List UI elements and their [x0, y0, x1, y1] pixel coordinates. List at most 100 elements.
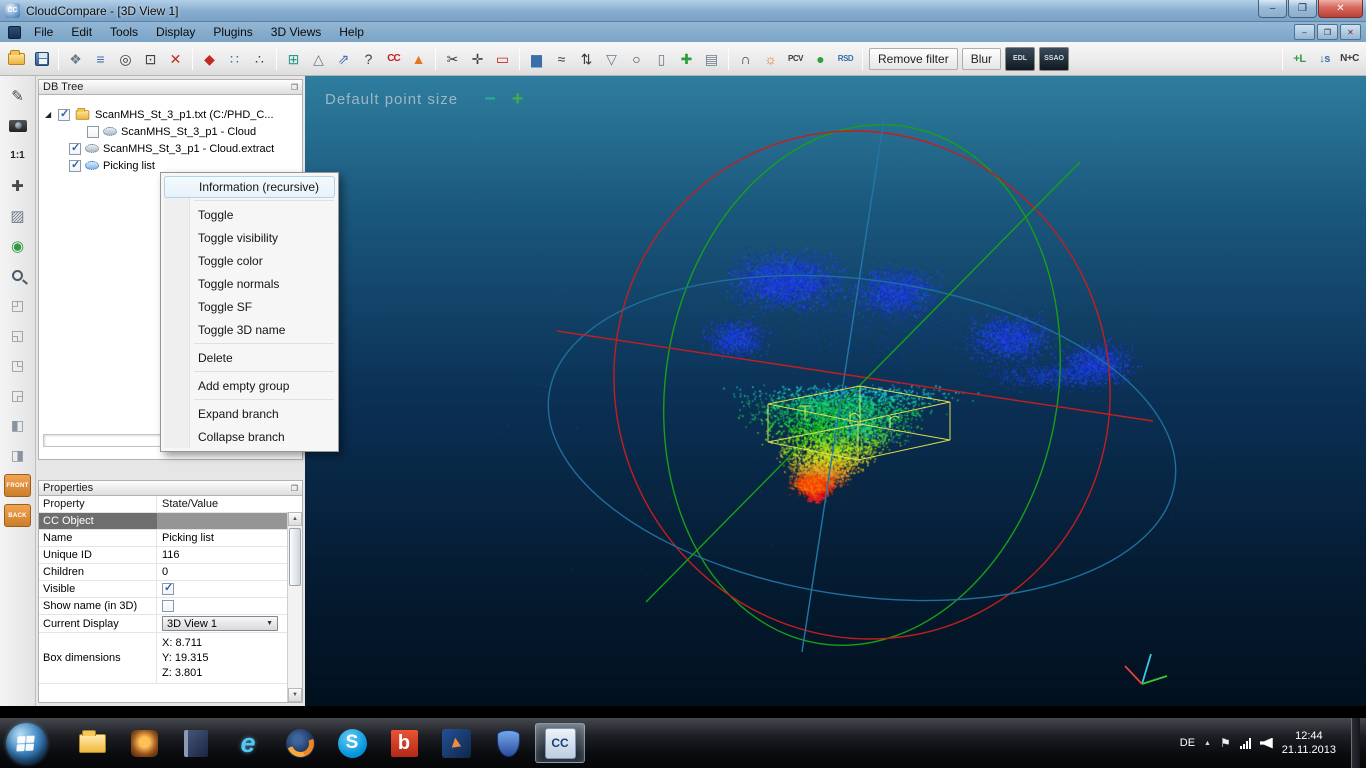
magnify-button[interactable]	[5, 264, 31, 287]
start-button[interactable]	[6, 723, 47, 764]
close-button[interactable]: ✕	[1318, 0, 1363, 18]
taskbar-icon-cloudcompare[interactable]: CC	[535, 723, 585, 763]
display-options-button[interactable]: ▨	[5, 204, 31, 227]
taskbar-icon-skype[interactable]: S	[327, 723, 377, 763]
tree-filter-box[interactable]	[43, 434, 161, 447]
action-center-flag-icon[interactable]: ⚑	[1220, 736, 1231, 750]
point-list-picking-button[interactable]: ⊡	[138, 46, 163, 72]
context-item-toggle-color[interactable]: Toggle color	[163, 249, 336, 272]
language-indicator[interactable]: DE	[1180, 737, 1195, 749]
view-iso-front-button[interactable]: FRONT	[4, 474, 31, 497]
pcv-sun-button[interactable]: ☼	[758, 46, 783, 72]
tree-checkbox[interactable]	[69, 143, 81, 155]
sf-minmax-button[interactable]: ⇅	[574, 46, 599, 72]
compute-octree-button[interactable]: ⊞	[281, 46, 306, 72]
properties-scrollbar[interactable]: ▲ ▼	[287, 512, 302, 702]
taskbar-icon-shield[interactable]	[483, 723, 533, 763]
save-button[interactable]	[29, 46, 54, 72]
subsample-button[interactable]: ∴	[247, 46, 272, 72]
network-icon[interactable]	[1240, 738, 1251, 749]
remove-filter-button[interactable]: Remove filter	[869, 48, 958, 70]
view-right-button[interactable]: ◨	[5, 444, 31, 467]
pcv-plugin-button[interactable]: PCV	[783, 46, 808, 72]
taskbar-icon-bing[interactable]: b	[379, 723, 429, 763]
primitive-button[interactable]: ▲	[406, 46, 431, 72]
menu-tools[interactable]: Tools	[101, 23, 147, 41]
rgb-colors-button[interactable]: ∷	[222, 46, 247, 72]
show-name-checkbox[interactable]	[162, 600, 174, 612]
tree-item-cloud-extract[interactable]: ScanMHS_St_3_p1 - Cloud.extract	[39, 140, 302, 157]
context-item-delete[interactable]: Delete	[163, 346, 336, 369]
set-color-button[interactable]: ◆	[197, 46, 222, 72]
taskbar-icon-media-player[interactable]	[119, 723, 169, 763]
cylinder-tool-button[interactable]: ▯	[649, 46, 674, 72]
view-front-button[interactable]: ◳	[5, 354, 31, 377]
context-item-expand-branch[interactable]: Expand branch	[163, 402, 336, 425]
mdi-document-icon[interactable]	[8, 26, 21, 39]
gl-filter-nc-button[interactable]: N+C	[1337, 46, 1362, 72]
ransac-sd-button[interactable]: RSD	[833, 46, 858, 72]
decrease-point-size-button[interactable]: −	[484, 88, 496, 111]
view-left-button[interactable]: ◧	[5, 414, 31, 437]
scroll-down-icon[interactable]: ▼	[288, 688, 302, 702]
screenshot-button[interactable]	[5, 114, 31, 137]
gl-filter-s-button[interactable]: ↓s	[1312, 46, 1337, 72]
tree-checkbox[interactable]	[87, 126, 99, 138]
cc-histogram-button[interactable]: CC	[381, 46, 406, 72]
sf-filter-button[interactable]: ▽	[599, 46, 624, 72]
view-back-button[interactable]: ◲	[5, 384, 31, 407]
mdi-minimize-button[interactable]: –	[1294, 24, 1315, 40]
context-item-information[interactable]: Information (recursive)	[164, 176, 335, 198]
zoom-fit-button[interactable]: ✚	[5, 174, 31, 197]
mdi-restore-button[interactable]: ❐	[1317, 24, 1338, 40]
tree-item-scan-file[interactable]: ◢ ScanMHS_St_3_p1.txt (C:/PHD_C...	[39, 106, 302, 123]
segment-button[interactable]: ✂	[440, 46, 465, 72]
hidden-icons-arrow-icon[interactable]: ▲	[1204, 740, 1211, 747]
show-histogram-button[interactable]: ▆	[524, 46, 549, 72]
blur-button[interactable]: Blur	[962, 48, 1001, 70]
gl-filter-l-button[interactable]: +L	[1287, 46, 1312, 72]
context-item-toggle[interactable]: Toggle	[163, 203, 336, 226]
visible-checkbox[interactable]	[162, 583, 174, 595]
matrix-button[interactable]: ▤	[699, 46, 724, 72]
menu-edit[interactable]: Edit	[62, 23, 101, 41]
float-panel-icon[interactable]: ❐	[291, 83, 298, 92]
menu-plugins[interactable]: Plugins	[204, 23, 261, 41]
pick-tool-button[interactable]: ✎	[5, 84, 31, 107]
edl-shader-button[interactable]: EDL	[1005, 47, 1035, 71]
current-display-select[interactable]: 3D View 1 ▼	[162, 616, 278, 631]
pivot-visibility-button[interactable]: ❖	[63, 46, 88, 72]
context-item-toggle-3d-name[interactable]: Toggle 3D name	[163, 318, 336, 341]
console-button[interactable]: ≡	[88, 46, 113, 72]
zoom-1-1-button[interactable]: 1:1	[5, 144, 31, 167]
taskbar-icon-internet-explorer[interactable]: e	[223, 723, 273, 763]
context-item-toggle-sf[interactable]: Toggle SF	[163, 295, 336, 318]
maximize-button[interactable]: ❐	[1288, 0, 1317, 18]
properties-header[interactable]: Properties ❐	[38, 480, 303, 496]
global-zoom-button[interactable]: ◉	[5, 234, 31, 257]
context-item-collapse-branch[interactable]: Collapse branch	[163, 425, 336, 448]
add-sf-button[interactable]: ✚	[674, 46, 699, 72]
open-button[interactable]	[4, 46, 29, 72]
menu-file[interactable]: File	[25, 23, 62, 41]
view-iso-back-button[interactable]: BACK	[4, 504, 31, 527]
context-item-toggle-visibility[interactable]: Toggle visibility	[163, 226, 336, 249]
ssao-sphere-button[interactable]: ●	[808, 46, 833, 72]
sphere-tool-button[interactable]: ○	[624, 46, 649, 72]
sf-gradient-button[interactable]: ≈	[549, 46, 574, 72]
pick-rotation-center-button[interactable]: ?	[356, 46, 381, 72]
ssao-shader-button[interactable]: SSAO	[1039, 47, 1069, 71]
view-bottom-button[interactable]: ◱	[5, 324, 31, 347]
scrollbar-thumb[interactable]	[289, 528, 301, 586]
show-desktop-button[interactable]	[1351, 718, 1360, 768]
delete-button[interactable]: ✕	[163, 46, 188, 72]
point-picking-button[interactable]: ◎	[113, 46, 138, 72]
taskbar-icon-notes[interactable]	[171, 723, 221, 763]
float-panel-icon[interactable]: ❐	[291, 484, 298, 493]
hpr-plugin-button[interactable]: ∩	[733, 46, 758, 72]
scroll-up-icon[interactable]: ▲	[288, 512, 302, 526]
volume-icon[interactable]	[1260, 738, 1273, 749]
tree-checkbox[interactable]	[58, 109, 70, 121]
menu-display[interactable]: Display	[147, 23, 204, 41]
menu-help[interactable]: Help	[330, 23, 373, 41]
